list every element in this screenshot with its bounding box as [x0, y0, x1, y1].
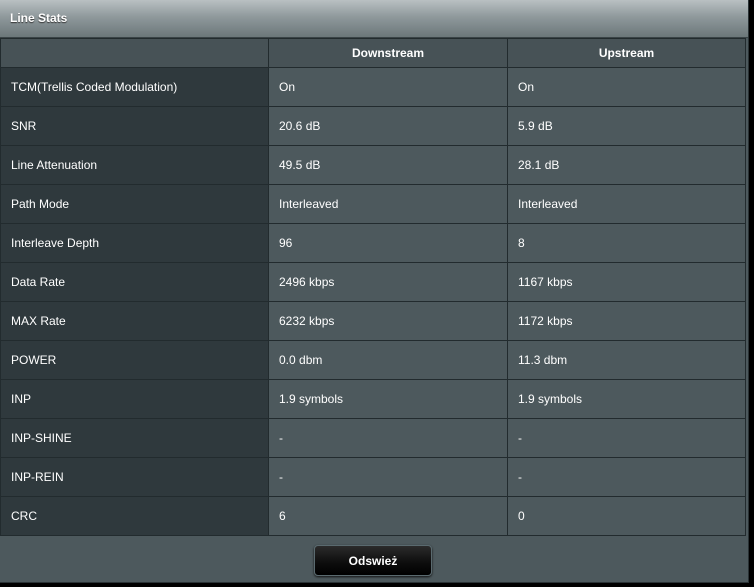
row-label: Line Attenuation — [0, 145, 269, 185]
upstream-value: - — [507, 457, 746, 497]
downstream-value: 1.9 symbols — [268, 379, 508, 419]
downstream-value: On — [268, 67, 508, 107]
upstream-value: 1167 kbps — [507, 262, 746, 302]
upstream-value: 5.9 dB — [507, 106, 746, 146]
row-label: INP — [0, 379, 269, 419]
header-empty — [0, 38, 269, 68]
downstream-value: 2496 kbps — [268, 262, 508, 302]
upstream-value: 1.9 symbols — [507, 379, 746, 419]
table-row: Data Rate 2496 kbps 1167 kbps — [0, 262, 746, 302]
upstream-value: - — [507, 418, 746, 458]
row-label: CRC — [0, 496, 269, 536]
downstream-value: 0.0 dbm — [268, 340, 508, 380]
line-stats-panel: Line Stats Downstream Upstream TCM(Trell… — [0, 0, 749, 583]
table-row: Line Attenuation 49.5 dB 28.1 dB — [0, 145, 746, 185]
header-upstream: Upstream — [507, 38, 746, 68]
downstream-value: 49.5 dB — [268, 145, 508, 185]
table-row: TCM(Trellis Coded Modulation) On On — [0, 67, 746, 107]
panel-header: Line Stats — [0, 0, 748, 38]
table-row: Path Mode Interleaved Interleaved — [0, 184, 746, 224]
row-label: Interleave Depth — [0, 223, 269, 263]
row-label: POWER — [0, 340, 269, 380]
upstream-value: On — [507, 67, 746, 107]
table-row: INP 1.9 symbols 1.9 symbols — [0, 379, 746, 419]
upstream-value: Interleaved — [507, 184, 746, 224]
upstream-value: 28.1 dB — [507, 145, 746, 185]
row-label: Data Rate — [0, 262, 269, 302]
upstream-value: 11.3 dbm — [507, 340, 746, 380]
upstream-value: 8 — [507, 223, 746, 263]
table-row: INP-REIN - - — [0, 457, 746, 497]
table-row: Interleave Depth 96 8 — [0, 223, 746, 263]
downstream-value: 20.6 dB — [268, 106, 508, 146]
upstream-value: 1172 kbps — [507, 301, 746, 341]
downstream-value: 6 — [268, 496, 508, 536]
header-downstream: Downstream — [268, 38, 508, 68]
row-label: INP-SHINE — [0, 418, 269, 458]
table-row: INP-SHINE - - — [0, 418, 746, 458]
upstream-value: 0 — [507, 496, 746, 536]
row-label: Path Mode — [0, 184, 269, 224]
table-row: MAX Rate 6232 kbps 1172 kbps — [0, 301, 746, 341]
panel-title: Line Stats — [10, 11, 68, 25]
downstream-value: 96 — [268, 223, 508, 263]
row-label: MAX Rate — [0, 301, 269, 341]
line-stats-table: Downstream Upstream TCM(Trellis Coded Mo… — [0, 38, 746, 536]
panel-footer: Odswież — [0, 537, 748, 582]
table-row: CRC 6 0 — [0, 496, 746, 536]
refresh-button[interactable]: Odswież — [314, 545, 432, 576]
row-label: SNR — [0, 106, 269, 146]
table-row: POWER 0.0 dbm 11.3 dbm — [0, 340, 746, 380]
downstream-value: Interleaved — [268, 184, 508, 224]
downstream-value: - — [268, 418, 508, 458]
table-header-row: Downstream Upstream — [0, 38, 746, 68]
row-label: TCM(Trellis Coded Modulation) — [0, 67, 269, 107]
row-label: INP-REIN — [0, 457, 269, 497]
downstream-value: - — [268, 457, 508, 497]
downstream-value: 6232 kbps — [268, 301, 508, 341]
table-row: SNR 20.6 dB 5.9 dB — [0, 106, 746, 146]
